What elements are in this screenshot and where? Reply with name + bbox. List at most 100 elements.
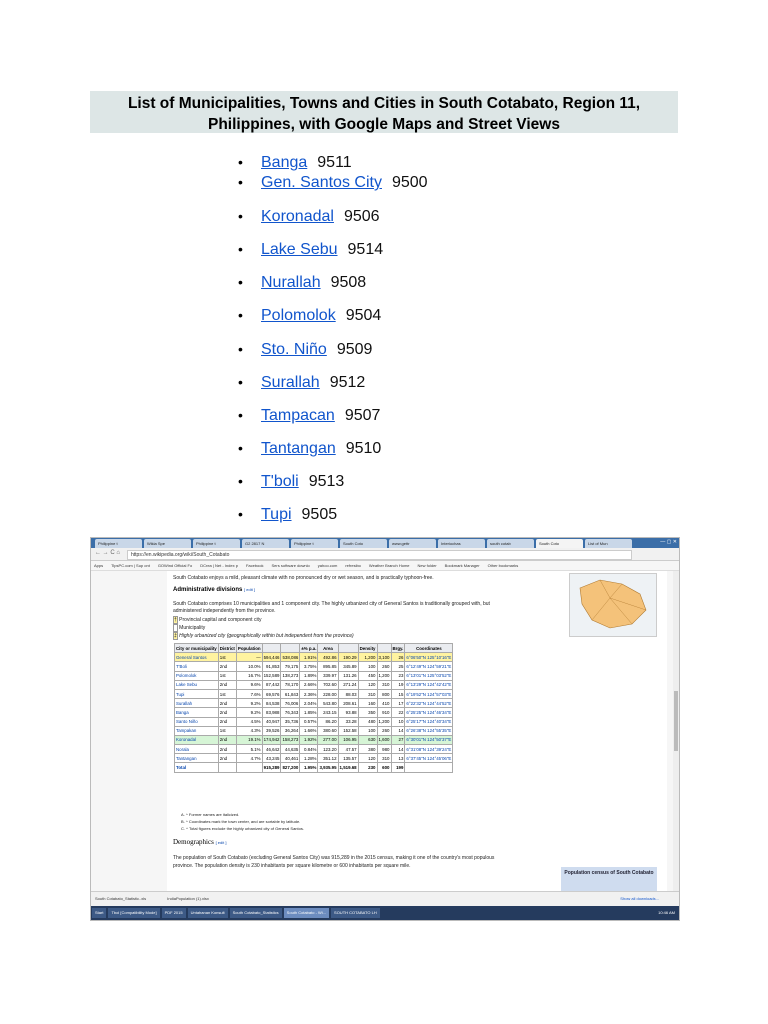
table-cell: 1,519.68: [337, 762, 359, 773]
bullet-icon: •: [238, 154, 243, 170]
municipality-list-item: • Surallah 9512: [238, 372, 365, 392]
municipality-link[interactable]: Nurallah: [261, 274, 321, 291]
table-cell: 6°37'45"N 124°45'06"E: [404, 753, 454, 764]
table-cell: 2nd: [217, 734, 237, 746]
bullet-icon: •: [238, 440, 243, 456]
table-cell: 69,576: [261, 688, 282, 700]
table-cell: 380: [357, 744, 378, 755]
table-cell: 6°12'49"N 124°59'21"E: [404, 661, 454, 672]
zip-code: 9500: [391, 174, 428, 191]
bullet-icon: •: [238, 174, 243, 190]
table-cell: 243.15: [317, 707, 339, 718]
table-cell: 16.7%: [235, 670, 263, 681]
zip-code: 9512: [329, 374, 366, 391]
municipality-name-cell: Santo Niño: [174, 716, 219, 727]
browser-tab: Philippine t: [95, 539, 142, 548]
table-cell: 4.5%: [235, 716, 263, 727]
table-row: T'Boli 2nd 10.0% 91,853 79,175 3.75% 895.85 345…: [174, 661, 454, 672]
municipality-link[interactable]: Tampacan: [261, 407, 335, 424]
municipality-link[interactable]: Surallah: [261, 374, 320, 391]
table-header-cell: Density: [357, 642, 378, 654]
municipality-link[interactable]: Tupi: [261, 506, 292, 523]
table-cell: 1.85%: [299, 707, 319, 718]
table-cell: 9.2%: [235, 698, 263, 709]
table-cell: 0.57%: [299, 716, 319, 727]
municipality-link[interactable]: Gen. Santos City: [261, 174, 382, 191]
table-header-cell: Coordinates: [404, 642, 454, 654]
table-header-cell: Population: [235, 642, 263, 654]
table-cell: 1.95%: [299, 762, 319, 773]
bookmark-item: TipsPC.com | Sup ont: [111, 563, 150, 568]
municipality-list-item: • Tantangan 9510: [238, 438, 381, 458]
zip-code: 9507: [344, 407, 381, 424]
table-cell: 380.60: [317, 725, 339, 736]
table-cell: 13: [390, 753, 406, 764]
municipality-link[interactable]: Tantangan: [261, 440, 336, 457]
table-header-cell: City or municipality: [174, 642, 219, 654]
table-cell: 43,245: [261, 753, 282, 764]
municipality-link[interactable]: Polomolok: [261, 307, 336, 324]
table-row: Tantangan 2nd 4.7% 43,245 40,461 1.28% 351.12 1…: [174, 753, 454, 764]
footnote: A. ^ Former names are italicized.: [181, 812, 240, 817]
table-cell: 35,736: [280, 716, 301, 727]
table-row: Total 915,289 827,200 1.95% 3,935.95 1,519.68…: [174, 762, 454, 773]
table-cell: 2.04%: [299, 698, 319, 709]
table-cell: 5.1%: [235, 744, 263, 755]
table-cell: 6°25'25"N 124°46'34"E: [404, 707, 454, 718]
table-row: Norala 2nd 5.1% 46,642 44,635 0.84% 123.20 47.5…: [174, 744, 454, 755]
table-cell: 1.66%: [299, 725, 319, 736]
taskbar-item: South Cotabato_Statistics: [229, 907, 282, 918]
browser-tab: south cotab: [487, 539, 534, 548]
municipality-name-cell: Surallah: [174, 698, 219, 709]
table-cell: 174,942: [261, 734, 282, 746]
table-cell: 88.03: [337, 688, 359, 700]
table-cell: 14: [390, 725, 406, 736]
table-cell: 6°31'08"N 124°39'24"E: [404, 744, 454, 755]
municipality-link[interactable]: Banga: [261, 154, 307, 171]
bookmark-item: DCrea | Net - Index p: [200, 563, 238, 568]
table-row: Surallah 2nd 9.2% 84,538 76,006 2.04% 543.80 20…: [174, 698, 454, 709]
table-cell: 14: [390, 744, 406, 755]
table-cell: 123.20: [317, 744, 339, 755]
bookmark-item: yahoo.com: [317, 563, 338, 568]
municipality-link[interactable]: Sto. Niño: [261, 341, 327, 358]
table-cell: 46,642: [261, 744, 282, 755]
municipality-link[interactable]: Lake Sebu: [261, 241, 338, 258]
admin-text-2: administered independently from the prov…: [173, 608, 276, 614]
table-header-cell: Area: [317, 642, 339, 654]
table-cell: 23: [390, 670, 406, 681]
browser-tab: Wikia Spe: [144, 539, 191, 548]
municipality-list-item: • Gen. Santos City 9500: [238, 172, 428, 192]
bookmark-item: GOWind Official Fo: [157, 563, 193, 568]
bookmark-item: Other bookmarks: [487, 563, 519, 568]
bullet-icon: •: [238, 274, 243, 290]
table-cell: 2nd: [217, 744, 237, 755]
intro-text: South Cotabato enjoys a mild, pleasant c…: [173, 575, 434, 581]
table-cell: 339.97: [317, 670, 339, 681]
scroll-thumb: [674, 691, 678, 751]
zip-code: 9509: [336, 341, 373, 358]
municipality-link[interactable]: Koronadal: [261, 208, 334, 225]
demographics-text-1: The population of South Cotabato (exclud…: [173, 855, 495, 861]
table-cell: 120: [357, 679, 378, 690]
table-cell: 1.91%: [299, 652, 319, 663]
table-cell: 915,289: [261, 762, 282, 773]
table-cell: 190.29: [337, 652, 359, 663]
bookmark-item: New folder: [417, 563, 437, 568]
table-cell: 480: [357, 716, 378, 727]
url-field: https://en.wikipedia.org/wiki/South_Cota…: [127, 550, 632, 560]
municipality-list-item: • T'boli 9513: [238, 471, 344, 491]
table-cell: 26: [390, 652, 406, 663]
municipality-name-cell: Total: [174, 762, 219, 773]
table-header-cell: ±% p.a.: [299, 642, 319, 654]
table-cell: 131.26: [337, 670, 359, 681]
bullet-icon: •: [238, 208, 243, 224]
table-cell: 33.28: [337, 716, 359, 727]
municipality-link[interactable]: T'boli: [261, 473, 299, 490]
table-cell: 310: [357, 688, 378, 700]
municipality-list-item: • Banga 9511: [238, 152, 352, 172]
bullet-icon: •: [238, 506, 243, 522]
browser-tab: www.gettr: [389, 539, 436, 548]
table-header-cell: [337, 642, 359, 654]
table-cell: 87,442: [261, 679, 282, 690]
